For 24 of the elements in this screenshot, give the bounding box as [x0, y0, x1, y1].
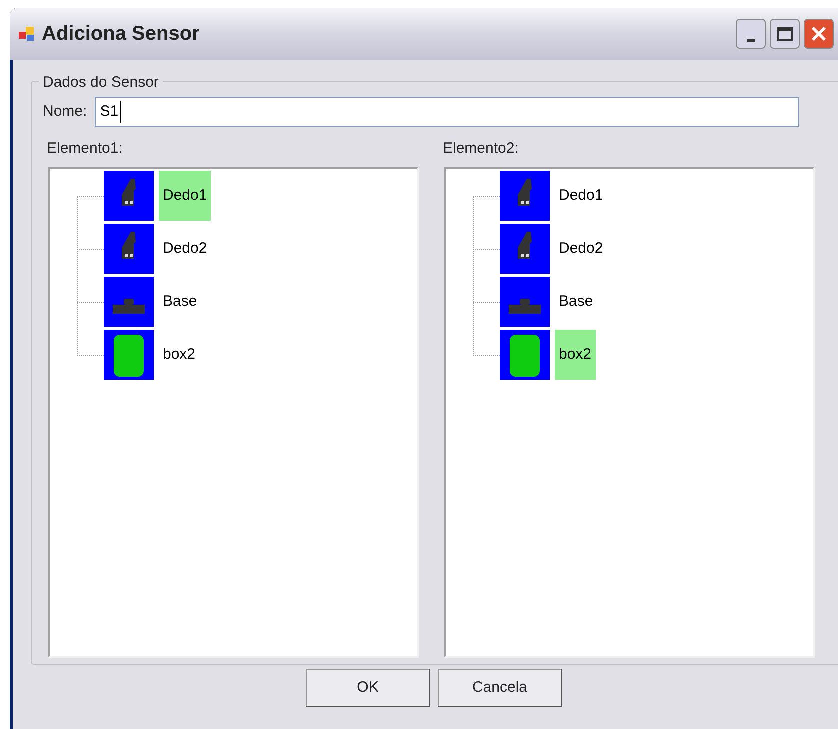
finger-icon — [500, 171, 550, 221]
tree-label: Elemento1: — [47, 139, 124, 159]
close-button[interactable] — [804, 19, 834, 49]
close-icon — [811, 26, 827, 42]
tree-view[interactable]: Dedo1 Dedo2 Base box2 — [444, 166, 815, 658]
name-field[interactable]: S1 — [95, 97, 800, 127]
finger-icon — [104, 224, 154, 274]
dialog-button[interactable]: OK — [306, 669, 430, 707]
window-title: Adiciona Sensor — [42, 22, 200, 47]
tree-view[interactable]: Dedo1 Dedo2 Base box2 — [48, 166, 419, 658]
cylinder-icon — [104, 330, 154, 380]
minimize-button[interactable] — [736, 19, 766, 49]
window-icon — [18, 25, 36, 43]
maximize-button[interactable] — [770, 19, 800, 49]
dialog-button[interactable]: Cancela — [438, 669, 562, 707]
tree-item[interactable]: Dedo1 — [159, 171, 212, 221]
cylinder-icon — [500, 330, 550, 380]
name-label: Nome: — [43, 102, 88, 122]
finger-icon — [104, 171, 154, 221]
finger-icon — [500, 224, 550, 274]
base-icon — [500, 277, 550, 327]
tree-item[interactable]: box2 — [555, 330, 596, 380]
base-icon — [104, 277, 154, 327]
tree-label: Elemento2: — [443, 139, 520, 159]
